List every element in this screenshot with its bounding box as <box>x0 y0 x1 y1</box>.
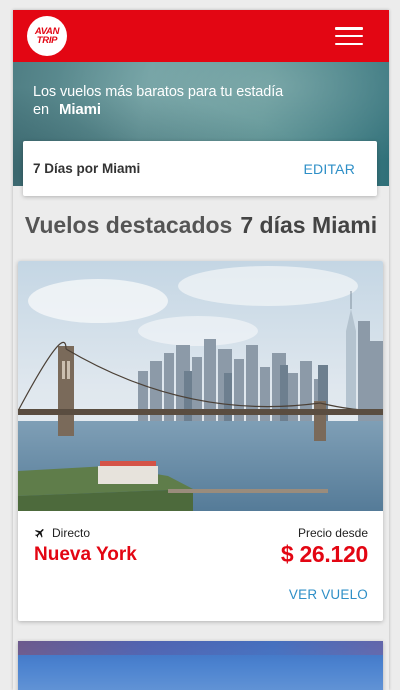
hamburger-icon[interactable] <box>335 27 363 45</box>
flight-card-body: Directo Nueva York Precio desde $ 26.120… <box>18 511 383 621</box>
flight-card[interactable]: Directo Nueva York Precio desde $ 26.120… <box>18 261 383 621</box>
section-title: Vuelos destacados 7 días Miami <box>13 212 389 239</box>
hamburger-bar <box>335 42 363 45</box>
top-navbar: AVAN TRIP <box>13 10 389 62</box>
price-label: Precio desde <box>297 526 368 540</box>
hero-line-2: en Miami <box>33 101 283 119</box>
hamburger-bar <box>335 27 363 30</box>
search-summary-card: 7 Días por Miami EDITAR <box>23 141 377 196</box>
airplane-icon <box>35 529 44 538</box>
app-frame: AVAN TRIP Los vuelos más baratos para tu… <box>13 10 389 690</box>
search-summary: 7 Días por Miami <box>33 161 141 176</box>
destination-name: Nueva York <box>34 544 137 565</box>
price-value: $ 26.120 <box>280 541 368 567</box>
avantrip-logo[interactable]: AVAN TRIP <box>27 16 67 56</box>
next-flight-card[interactable] <box>18 641 383 690</box>
hero-prefix: en <box>33 102 49 118</box>
edit-button[interactable]: EDITAR <box>304 161 356 177</box>
hamburger-bar <box>335 34 363 38</box>
view-flight-button[interactable]: VER VUELO <box>289 587 368 602</box>
hero-text: Los vuelos más baratos para tu estadía e… <box>33 84 283 119</box>
hero-line-1: Los vuelos más baratos para tu estadía <box>33 84 284 100</box>
destination-photo <box>18 261 383 511</box>
flight-type: Directo <box>34 526 90 540</box>
section-title-bold: 7 días Miami <box>240 212 378 238</box>
flight-type-label: Directo <box>52 526 91 540</box>
logo-line-2: TRIP <box>36 35 58 46</box>
section-title-text: Vuelos destacados <box>24 212 233 238</box>
hero-city: Miami <box>58 101 101 118</box>
